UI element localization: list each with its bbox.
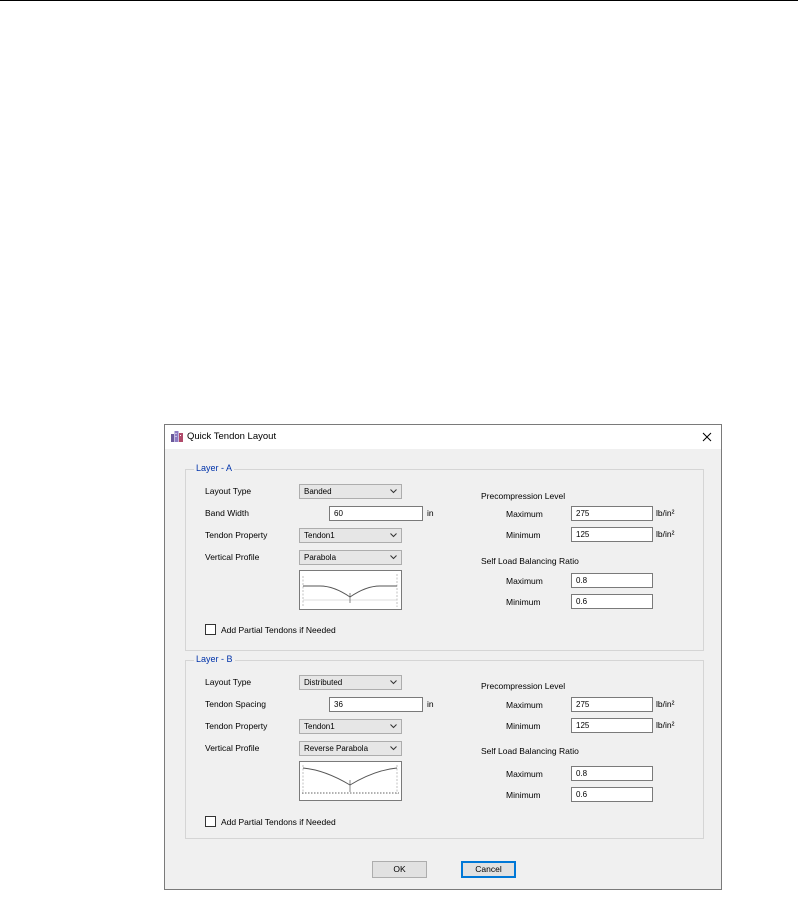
pre-max-value: 275: [576, 509, 590, 518]
slb-min-label: Minimum: [506, 790, 541, 800]
slb-max-label: Maximum: [506, 769, 543, 779]
quick-tendon-layout-dialog: Quick Tendon Layout Layer - A Layout Typ…: [164, 424, 722, 890]
layer-b-pre-min-input[interactable]: 125: [571, 718, 653, 733]
pre-min-unit: lb/in²: [656, 720, 675, 730]
layer-a-slb-min-input[interactable]: 0.6: [571, 594, 653, 609]
layer-a-legend: Layer - A: [194, 463, 235, 473]
vertical-profile-value: Parabola: [304, 553, 337, 562]
layout-type-label: Layout Type: [205, 677, 252, 687]
pre-min-label: Minimum: [506, 721, 541, 731]
layer-b-legend: Layer - B: [194, 654, 235, 664]
pre-max-unit: lb/in²: [656, 699, 675, 709]
pre-min-unit: lb/in²: [656, 529, 675, 539]
chevron-down-icon: [390, 555, 397, 560]
chevron-down-icon: [390, 489, 397, 494]
cancel-button[interactable]: Cancel: [461, 861, 516, 878]
band-width-value: 60: [334, 509, 343, 518]
layer-b-slb-max-input[interactable]: 0.8: [571, 766, 653, 781]
vertical-profile-label: Vertical Profile: [205, 743, 260, 753]
tendon-property-value: Tendon1: [304, 722, 335, 731]
layout-type-value: Distributed: [304, 678, 343, 687]
layer-b-vertical-profile-select[interactable]: Reverse Parabola: [299, 741, 402, 756]
parabola-profile-graphic: [302, 574, 398, 607]
partial-tendons-label: Add Partial Tendons if Needed: [221, 817, 336, 827]
layer-b-partial-tendons-checkbox[interactable]: [205, 816, 216, 827]
layer-b-tendon-property-select[interactable]: Tendon1: [299, 719, 402, 734]
slb-max-label: Maximum: [506, 576, 543, 586]
pre-min-value: 125: [576, 530, 590, 539]
layout-type-label: Layout Type: [205, 486, 252, 496]
tendon-property-value: Tendon1: [304, 531, 335, 540]
layout-type-value: Banded: [304, 487, 332, 496]
vertical-profile-label: Vertical Profile: [205, 552, 260, 562]
self-load-balancing-label: Self Load Balancing Ratio: [481, 556, 579, 566]
layer-b-profile-preview: [299, 761, 402, 801]
tendon-spacing-unit: in: [427, 699, 434, 709]
slb-max-value: 0.8: [576, 576, 588, 585]
page-top-rule: [0, 0, 798, 1]
band-width-unit: in: [427, 508, 434, 518]
layer-b-slb-min-input[interactable]: 0.6: [571, 787, 653, 802]
band-width-label: Band Width: [205, 508, 249, 518]
chevron-down-icon: [390, 533, 397, 538]
app-building-icon: [171, 431, 183, 442]
layer-a-vertical-profile-select[interactable]: Parabola: [299, 550, 402, 565]
slb-max-value: 0.8: [576, 769, 588, 778]
vertical-profile-value: Reverse Parabola: [304, 744, 369, 753]
layer-b-group: Layer - B Layout Type Distributed Tendon…: [185, 654, 704, 839]
pre-max-label: Maximum: [506, 509, 543, 519]
layer-a-slb-max-input[interactable]: 0.8: [571, 573, 653, 588]
layer-a-profile-preview: [299, 570, 402, 610]
layer-a-band-width-input[interactable]: 60: [329, 506, 423, 521]
slb-min-value: 0.6: [576, 790, 588, 799]
pre-min-value: 125: [576, 721, 590, 730]
layer-a-layout-type-select[interactable]: Banded: [299, 484, 402, 499]
reverse-parabola-profile-graphic: [302, 765, 399, 794]
precompression-label: Precompression Level: [481, 491, 566, 501]
dialog-title: Quick Tendon Layout: [187, 431, 277, 442]
tendon-spacing-value: 36: [334, 700, 343, 709]
slb-min-value: 0.6: [576, 597, 588, 606]
layer-a-pre-min-input[interactable]: 125: [571, 527, 653, 542]
layer-a-group: Layer - A Layout Type Banded Band Width …: [185, 463, 704, 651]
tendon-spacing-label: Tendon Spacing: [205, 699, 266, 709]
pre-max-label: Maximum: [506, 700, 543, 710]
pre-min-label: Minimum: [506, 530, 541, 540]
layer-a-partial-tendons-checkbox[interactable]: [205, 624, 216, 635]
self-load-balancing-label: Self Load Balancing Ratio: [481, 746, 579, 756]
title-bar[interactable]: Quick Tendon Layout: [165, 425, 721, 449]
ok-button[interactable]: OK: [372, 861, 427, 878]
slb-min-label: Minimum: [506, 597, 541, 607]
chevron-down-icon: [390, 746, 397, 751]
close-button[interactable]: [695, 427, 719, 447]
pre-max-value: 275: [576, 700, 590, 709]
tendon-property-label: Tendon Property: [205, 721, 268, 731]
chevron-down-icon: [390, 724, 397, 729]
layer-b-tendon-spacing-input[interactable]: 36: [329, 697, 423, 712]
layer-a-pre-max-input[interactable]: 275: [571, 506, 653, 521]
layer-b-pre-max-input[interactable]: 275: [571, 697, 653, 712]
layer-b-layout-type-select[interactable]: Distributed: [299, 675, 402, 690]
close-icon: [702, 432, 712, 442]
precompression-label: Precompression Level: [481, 681, 566, 691]
chevron-down-icon: [390, 680, 397, 685]
tendon-property-label: Tendon Property: [205, 530, 268, 540]
layer-a-tendon-property-select[interactable]: Tendon1: [299, 528, 402, 543]
pre-max-unit: lb/in²: [656, 508, 675, 518]
partial-tendons-label: Add Partial Tendons if Needed: [221, 625, 336, 635]
